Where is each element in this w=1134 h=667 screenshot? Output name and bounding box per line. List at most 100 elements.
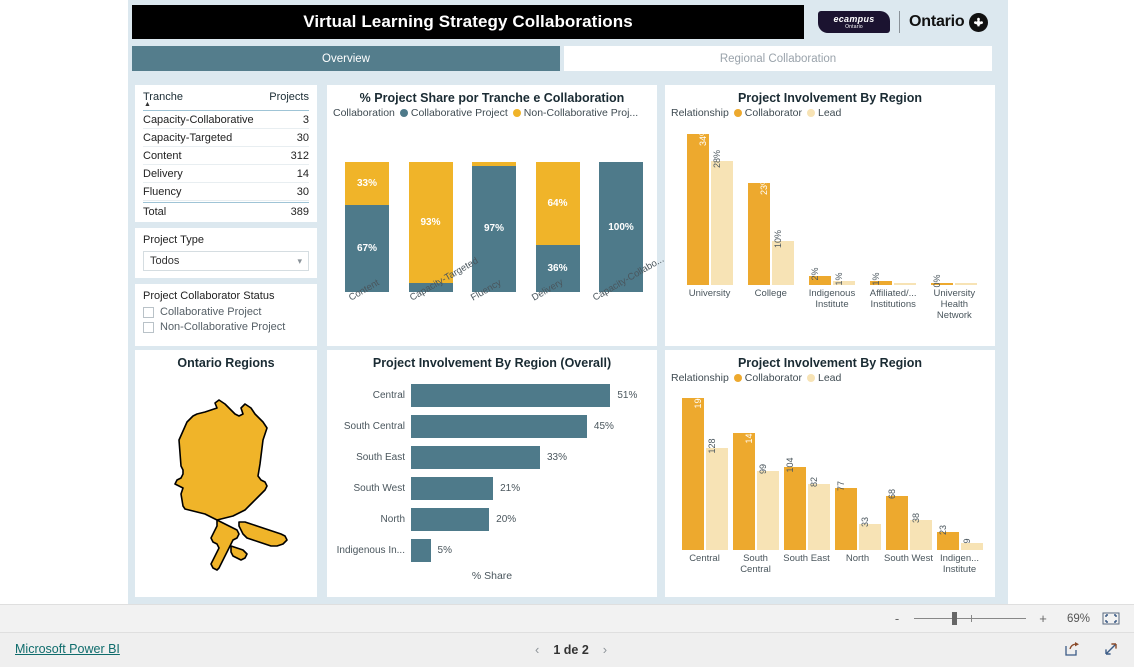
horizontal-bar[interactable] (411, 539, 431, 562)
bar-lead[interactable]: 9 (960, 538, 983, 550)
bar-collaborator[interactable]: 77 (834, 481, 857, 550)
horizontal-bar[interactable] (411, 415, 587, 438)
bar-collaborator[interactable]: 23% (747, 177, 770, 285)
legend-swatch-non-collaborative (512, 109, 521, 117)
table-row[interactable]: Fluency 30 (143, 183, 309, 201)
bar-lead[interactable]: 99 (756, 464, 779, 550)
checkbox-row[interactable]: Collaborative Project (143, 306, 309, 318)
checkbox-icon[interactable] (143, 321, 154, 333)
bar-collaborator[interactable]: 68 (885, 489, 908, 550)
table-row[interactable]: Capacity-Collaborative 3 (143, 111, 309, 129)
bar-collaborator[interactable]: 1% (870, 272, 893, 285)
bar-row[interactable]: South Central 45% (333, 411, 649, 442)
bar-group[interactable]: 23 9 (936, 390, 983, 550)
stacked-segment-non-collaborative: 64% (535, 162, 580, 246)
tranche-value: 3 (302, 113, 309, 126)
bar-collaborator[interactable]: 104 (783, 457, 806, 550)
project-type-dropdown[interactable]: Todos ▾ (143, 251, 309, 271)
bar-group[interactable]: 2% 1% (808, 125, 855, 285)
zoom-toolbar: - + 69% (0, 604, 1134, 633)
stacked-bar-column[interactable]: 33% 67% (345, 162, 389, 292)
involvement-percent-title: Project Involvement By Region (737, 91, 923, 105)
bar-lead[interactable]: 10% (771, 230, 794, 285)
bar-collaborator[interactable]: 146 (732, 429, 755, 550)
bar-group[interactable]: 23% 10% (747, 125, 794, 285)
chevron-left-icon[interactable]: ‹ (535, 642, 539, 657)
microsoft-power-bi-link[interactable]: Microsoft Power BI (15, 642, 120, 656)
legend-item-collaborative[interactable]: Collaborative Project (399, 107, 508, 119)
legend-item-lead[interactable]: Lead (807, 372, 841, 384)
zoom-slider-thumb[interactable] (952, 612, 957, 625)
bar-value-label: 0% (932, 274, 943, 288)
bar-lead[interactable]: 28% (710, 150, 733, 285)
bar-value-label: 1% (833, 272, 844, 286)
bar-collaborator[interactable]: 190 (681, 393, 704, 550)
bar-lead[interactable]: 33 (858, 517, 881, 550)
bar-group[interactable]: 104 82 (783, 390, 830, 550)
bar-collaborator[interactable]: 34% (686, 128, 709, 285)
bar-value-label: 146 (743, 428, 754, 444)
stacked-bar-column[interactable]: 97% (472, 162, 516, 292)
involvement-counts-chart-panel: Project Involvement By Region Relationsh… (665, 350, 995, 597)
fullscreen-icon[interactable] (1103, 641, 1120, 662)
bar-row[interactable]: Indigenous In... 5% (333, 535, 649, 566)
table-row[interactable]: Content 312 (143, 147, 309, 165)
bar-group[interactable]: 34% 28% (686, 125, 733, 285)
projects-column-header[interactable]: Projects (269, 91, 309, 107)
legend-item-collaborator[interactable]: Collaborator (733, 107, 802, 119)
zoom-slider-tick (971, 615, 972, 622)
bar-value-label: 9 (961, 538, 972, 544)
bar-lead[interactable]: 38 (909, 513, 932, 550)
horizontal-bar[interactable] (411, 384, 611, 407)
zoom-in-button[interactable]: + (1038, 611, 1048, 626)
bar-row[interactable]: North 20% (333, 504, 649, 535)
bar-lead[interactable]: 1% (832, 272, 855, 285)
fit-to-page-icon[interactable] (1102, 612, 1120, 625)
tranche-column-header[interactable]: Tranche ▲ (143, 91, 183, 108)
bar-lead[interactable] (955, 282, 978, 285)
bar-collaborator[interactable]: 2% (808, 268, 831, 285)
bar-group[interactable]: 1% (870, 125, 917, 285)
involvement-counts-legend: Relationship Collaborator Lead (665, 370, 995, 384)
x-axis-tick-label: University (688, 288, 731, 299)
bar-group[interactable]: 146 99 (732, 390, 779, 550)
zoom-slider[interactable] (914, 612, 1026, 625)
table-row[interactable]: Capacity-Targeted 30 (143, 129, 309, 147)
total-label: Total (143, 206, 167, 218)
ontario-map-shape[interactable] (135, 370, 317, 585)
table-row[interactable]: Delivery 14 (143, 165, 309, 183)
checkbox-label: Collaborative Project (160, 306, 262, 318)
chevron-right-icon[interactable]: › (603, 642, 607, 657)
tranche-table-body: Capacity-Collaborative 3 Capacity-Targeted… (143, 111, 309, 201)
bar-collaborator[interactable]: 23 (936, 525, 959, 550)
stacked-bar-column[interactable]: 64% 36% (535, 162, 580, 292)
legend-item-non-collaborative[interactable]: Non-Collaborative Proj... (512, 107, 638, 119)
bar-lead[interactable] (894, 282, 917, 285)
involvement-overall-x-axis-label: % Share (471, 570, 513, 582)
bar-lead[interactable]: 128 (705, 438, 728, 550)
legend-item-lead[interactable]: Lead (807, 107, 841, 119)
bar-group[interactable]: 68 38 (885, 390, 932, 550)
horizontal-bar[interactable] (411, 508, 490, 531)
bar-value-label: 99 (757, 463, 768, 474)
ontario-logo-text: Ontario (909, 13, 965, 30)
bar-group[interactable]: 0% (931, 125, 978, 287)
bar-collaborator[interactable]: 0% (931, 274, 954, 287)
tab-overview[interactable]: Overview (132, 46, 560, 71)
legend-item-collaborator[interactable]: Collaborator (733, 372, 802, 384)
x-axis-tick-label: Central (689, 553, 720, 564)
horizontal-bar[interactable] (411, 477, 494, 500)
bar-lead[interactable]: 82 (807, 477, 830, 550)
checkbox-row[interactable]: Non-Collaborative Project (143, 321, 309, 333)
bar-row[interactable]: Central 51% (333, 380, 649, 411)
ecampus-logo-subword: Ontario (845, 23, 863, 30)
bar-row[interactable]: South East 33% (333, 442, 649, 473)
checkbox-icon[interactable] (143, 306, 154, 318)
share-icon[interactable] (1064, 641, 1081, 662)
horizontal-bar[interactable] (411, 446, 540, 469)
bar-row[interactable]: South West 21% (333, 473, 649, 504)
zoom-out-button[interactable]: - (892, 611, 902, 626)
bar-group[interactable]: 77 33 (834, 390, 881, 550)
bar-group[interactable]: 190 128 (681, 390, 728, 550)
tab-regional-collaboration[interactable]: Regional Collaboration (564, 46, 992, 71)
